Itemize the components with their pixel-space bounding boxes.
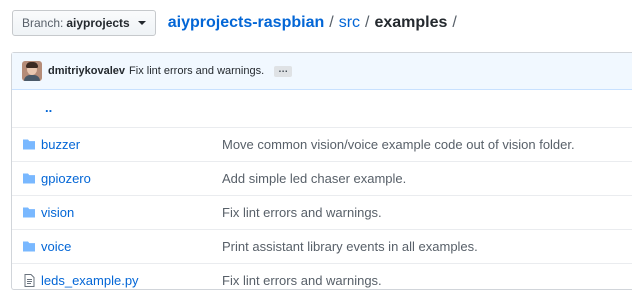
table-row: buzzer Move common vision/voice example … (12, 127, 632, 161)
file-name-link[interactable]: voice (41, 239, 71, 254)
table-row: leds_example.py Fix lint errors and warn… (12, 263, 632, 297)
commit-message-link[interactable]: Fix lint errors and warnings. (129, 65, 264, 77)
breadcrumb-separator: / (452, 14, 457, 31)
breadcrumb-src-link[interactable]: src (339, 14, 360, 32)
branch-select-button[interactable]: Branch: aiyprojects (12, 10, 156, 36)
folder-icon (23, 139, 35, 150)
breadcrumb-separator: / (365, 14, 370, 31)
avatar[interactable] (22, 61, 42, 81)
breadcrumb-separator: / (329, 14, 334, 31)
folder-icon (23, 173, 35, 184)
parent-directory-link[interactable]: .. (45, 100, 52, 115)
file-name-link[interactable]: buzzer (41, 137, 80, 152)
branch-value: aiyprojects (66, 16, 130, 30)
table-row: vision Fix lint errors and warnings. (12, 195, 632, 229)
breadcrumb-current: examples (374, 14, 448, 31)
commit-message-link[interactable]: Move common vision/voice example code ou… (222, 137, 575, 152)
file-table: dmitriykovalev Fix lint errors and warni… (11, 52, 632, 290)
caret-down-icon (137, 21, 146, 25)
top-bar: Branch: aiyprojects aiyprojects-raspbian… (12, 10, 462, 36)
commit-message-link[interactable]: Fix lint errors and warnings. (222, 273, 382, 288)
branch-label: Branch: (22, 16, 64, 30)
folder-icon (23, 207, 35, 218)
table-row: voice Print assistant library events in … (12, 229, 632, 263)
commit-message-link[interactable]: Fix lint errors and warnings. (222, 205, 382, 220)
file-name-link[interactable]: vision (41, 205, 74, 220)
breadcrumb-repo-link[interactable]: aiyprojects-raspbian (168, 14, 325, 32)
file-icon (24, 274, 35, 287)
file-name-link[interactable]: leds_example.py (41, 273, 139, 288)
commit-author-link[interactable]: dmitriykovalev (48, 65, 125, 77)
breadcrumb: aiyprojects-raspbian / src / examples / (168, 14, 462, 32)
folder-icon (23, 241, 35, 252)
expand-commit-button[interactable]: … (274, 64, 293, 77)
latest-commit-bar: dmitriykovalev Fix lint errors and warni… (12, 53, 632, 90)
commit-message-link[interactable]: Print assistant library events in all ex… (222, 239, 478, 254)
commit-message-link[interactable]: Add simple led chaser example. (222, 171, 406, 186)
parent-directory-row: .. (12, 90, 632, 127)
file-name-link[interactable]: gpiozero (41, 171, 91, 186)
table-row: gpiozero Add simple led chaser example. (12, 161, 632, 195)
